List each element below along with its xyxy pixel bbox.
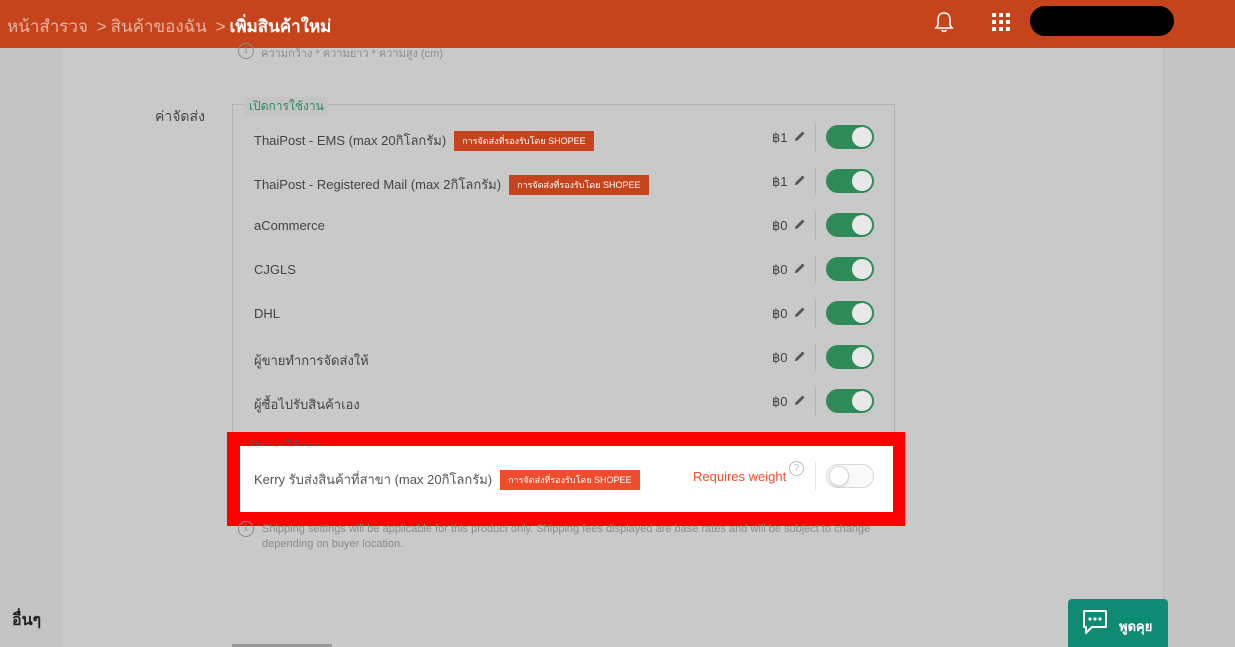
channel-price: ฿0 [772, 306, 788, 321]
divider [815, 462, 816, 490]
divider [815, 343, 816, 371]
shopee-supported-badge: การจัดส่งที่รองรับโดย SHOPEE [500, 470, 640, 490]
enabled-legend: เปิดการใช้งาน [245, 97, 328, 116]
shipping-channel-row-disabled: Kerry รับส่งสินค้าที่สาขา (max 20กิโลกรั… [254, 461, 876, 492]
shipping-channel-row: ผู้ซื้อไปรับสินค้าเอง ฿0 [254, 387, 876, 417]
toggle-knob [852, 347, 872, 367]
channel-price: ฿0 [772, 218, 788, 233]
shipping-channel-row: DHL ฿0 [254, 299, 876, 329]
channel-toggle[interactable] [826, 389, 874, 413]
channel-name: ThaiPost - Registered Mail (max 2กิโลกรั… [254, 174, 649, 195]
channel-name: ThaiPost - EMS (max 20กิโลกรัม) การจัดส่ง… [254, 130, 594, 151]
requires-weight-text: Requires weight [693, 469, 787, 484]
shipping-channel-row: ThaiPost - EMS (max 20กิโลกรัม) การจัดส่ง… [254, 123, 876, 153]
channel-name: CJGLS [254, 262, 296, 277]
toggle-knob [852, 171, 872, 191]
pencil-icon[interactable] [793, 349, 807, 363]
channel-name: ผู้ขายทำการจัดส่งให้ [254, 353, 369, 368]
toggle-knob [852, 303, 872, 323]
shopee-supported-badge: การจัดส่งที่รองรับโดย SHOPEE [454, 131, 594, 151]
shipping-fee-label: ค่าจัดส่ง [155, 108, 205, 124]
toggle-knob [852, 391, 872, 411]
channel-price: ฿1 [772, 130, 788, 145]
chat-icon [1083, 610, 1107, 634]
breadcrumb-home[interactable]: หน้าสำรวจ [7, 17, 88, 36]
channel-toggle[interactable] [826, 169, 874, 193]
pencil-icon[interactable] [793, 261, 807, 275]
toggle-knob [829, 466, 849, 486]
breadcrumb-separator: > [96, 17, 107, 36]
toggle-knob [852, 127, 872, 147]
info-icon: i [238, 43, 254, 59]
shipping-channel-row: ผู้ขายทำการจัดส่งให้ ฿0 [254, 343, 876, 373]
breadcrumb: หน้าสำรวจ > สินค้าของฉัน > เพิ่มสินค้าใหม่ [7, 13, 331, 40]
divider [815, 123, 816, 151]
question-icon[interactable]: ? [789, 461, 804, 476]
channel-price: ฿0 [772, 262, 788, 277]
breadcrumb-separator: > [215, 17, 226, 36]
channel-name: ผู้ซื้อไปรับสินค้าเอง [254, 397, 360, 412]
channel-price: ฿0 [772, 394, 788, 409]
shipping-channel-row: aCommerce ฿0 [254, 211, 876, 241]
bell-icon[interactable] [933, 10, 955, 34]
divider [815, 299, 816, 327]
channel-toggle[interactable] [826, 301, 874, 325]
shipping-channel-row: ThaiPost - Registered Mail (max 2กิโลกรั… [254, 167, 876, 197]
channel-toggle[interactable] [826, 345, 874, 369]
channel-toggle[interactable] [826, 464, 874, 488]
channel-toggle[interactable] [826, 125, 874, 149]
toggle-knob [852, 215, 872, 235]
chat-label: พูดคุย [1119, 619, 1153, 634]
pencil-icon[interactable] [793, 217, 807, 231]
channel-price: ฿0 [772, 350, 788, 365]
dimension-hint: ความกว้าง * ความยาว * ความสูง (cm) [261, 48, 443, 60]
divider [815, 211, 816, 239]
pencil-icon[interactable] [793, 305, 807, 319]
shipping-channel-row: CJGLS ฿0 [254, 255, 876, 285]
info-icon: i [238, 521, 254, 537]
channel-name: aCommerce [254, 218, 325, 233]
user-account-button[interactable] [1030, 6, 1174, 36]
channel-price: ฿1 [772, 174, 788, 189]
top-bar: หน้าสำรวจ > สินค้าของฉัน > เพิ่มสินค้าใหม่ [0, 0, 1235, 48]
breadcrumb-products[interactable]: สินค้าของฉัน [111, 17, 207, 36]
shipping-notice: Shipping settings will be applicable for… [262, 523, 871, 550]
channel-name: DHL [254, 306, 281, 321]
divider [815, 255, 816, 283]
divider [815, 387, 816, 415]
shopee-supported-badge: การจัดส่งที่รองรับโดย SHOPEE [509, 175, 649, 195]
divider [815, 167, 816, 195]
pencil-icon[interactable] [793, 393, 807, 407]
pencil-icon[interactable] [793, 129, 807, 143]
breadcrumb-current: เพิ่มสินค้าใหม่ [229, 17, 332, 36]
pencil-icon[interactable] [793, 173, 807, 187]
toggle-knob [852, 259, 872, 279]
other-section-title: อื่นๆ [12, 612, 42, 629]
chat-button[interactable]: พูดคุย [1068, 599, 1168, 647]
channel-toggle[interactable] [826, 213, 874, 237]
channel-toggle[interactable] [826, 257, 874, 281]
grid-icon[interactable] [991, 12, 1011, 32]
channel-name: Kerry รับส่งสินค้าที่สาขา (max 20กิโลกรั… [254, 469, 640, 490]
